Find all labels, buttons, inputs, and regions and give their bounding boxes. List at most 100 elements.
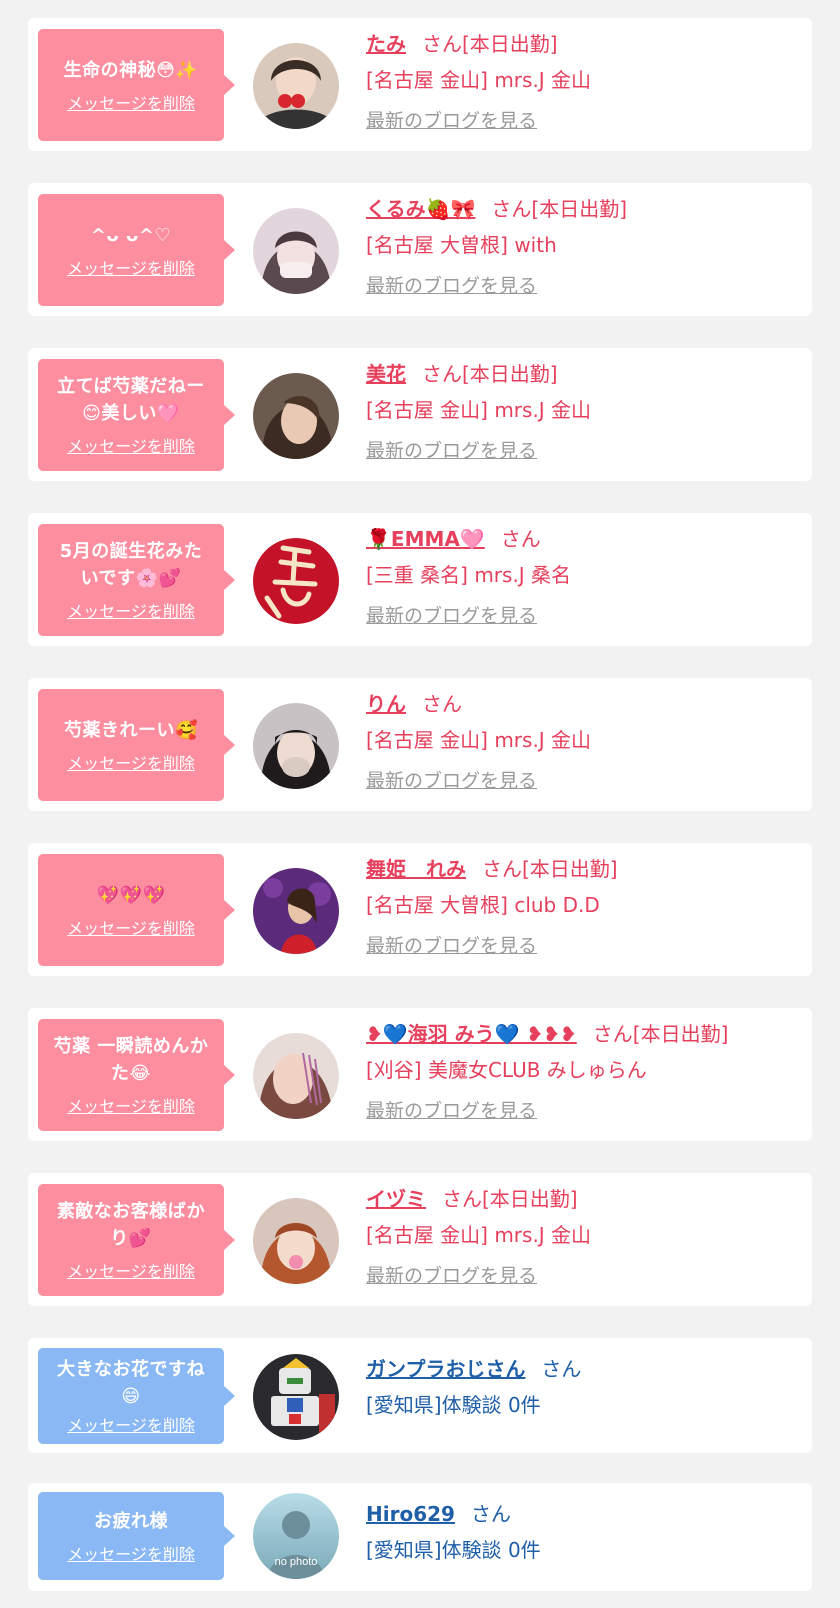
- message-bubble: 💖💖💖 メッセージを削除: [38, 854, 235, 966]
- profile-info: ❥💙海羽 みう💙 ❥❥❥ さん[本日出勤] [刈谷] 美魔女CLUB みしゅらん …: [366, 1021, 804, 1123]
- message-card: 💖💖💖 メッセージを削除 舞姫 れみ さん[本日出勤] [名古屋 大曽根] clu…: [28, 843, 812, 976]
- cast-name-link[interactable]: 美花: [366, 362, 406, 386]
- cast-status: さん: [500, 527, 541, 551]
- message-bubble: ^ᴗ ᴗ^♡ メッセージを削除: [38, 194, 235, 306]
- message-text: お疲れ様: [94, 1510, 168, 1532]
- profile-info: 舞姫 れみ さん[本日出勤] [名古屋 大曽根] club D.D 最新のブログを…: [366, 856, 804, 958]
- cast-name-link[interactable]: くるみ🍓🎀: [366, 197, 475, 221]
- message-bubble: 5月の誕生花みた いです🌸💕 メッセージを削除: [38, 524, 235, 636]
- woman-photo-icon[interactable]: [253, 208, 339, 294]
- woman-photo-icon[interactable]: [253, 1033, 339, 1119]
- profile-info: くるみ🍓🎀 さん[本日出勤] [名古屋 大曽根] with 最新のブログを見る: [366, 196, 804, 298]
- message-text: 大きなお花ですね 😄: [57, 1359, 205, 1407]
- message-card: 立てば芍薬だねー 😊美しい🩷 メッセージを削除 美花 さん[本日出勤] [名古屋 …: [28, 348, 812, 481]
- delete-message-link[interactable]: メッセージを削除: [67, 94, 195, 114]
- cast-status: さん: [422, 692, 462, 716]
- woman-photo-icon[interactable]: [253, 43, 339, 129]
- message-card: お疲れ様 メッセージを削除 no photo Hiro629 さん [愛知県]体…: [28, 1483, 812, 1591]
- profile-info: 美花 さん[本日出勤] [名古屋 金山] mrs.J 金山 最新のブログを見る: [366, 361, 804, 463]
- shop-name: [名古屋 金山] mrs.J 金山: [366, 728, 592, 752]
- message-card: 芍薬 一瞬読めんか た😂 メッセージを削除 ❥💙海羽 みう💙 ❥❥❥ さん[本日出…: [28, 1008, 812, 1141]
- delete-message-link[interactable]: メッセージを削除: [67, 259, 195, 279]
- woman-photo-icon[interactable]: [253, 868, 339, 954]
- cast-name-link[interactable]: たみ: [366, 32, 406, 56]
- message-bubble: 大きなお花ですね 😄 メッセージを削除: [38, 1348, 235, 1444]
- shop-name: [刈谷] 美魔女CLUB みしゅらん: [366, 1058, 647, 1082]
- message-bubble: 芍薬きれーい🥰 メッセージを削除: [38, 689, 235, 801]
- message-bubble: お疲れ様 メッセージを削除: [38, 1492, 235, 1580]
- message-text: 立てば芍薬だねー 😊美しい🩷: [57, 376, 205, 424]
- cast-status: さん[本日出勤]: [592, 1022, 729, 1046]
- red-calligraphy-photo-icon[interactable]: [253, 538, 339, 624]
- message-text: 生命の神秘😳✨: [63, 59, 199, 81]
- profile-info: たみ さん[本日出勤] [名古屋 金山] mrs.J 金山 最新のブログを見る: [366, 31, 804, 133]
- message-card: 生命の神秘😳✨ メッセージを削除 たみ さん[本日出勤] [名古屋 金山] mrs…: [28, 18, 812, 151]
- message-card: 5月の誕生花みた いです🌸💕 メッセージを削除 🌹EMMA🩷 さん [三重 桑名]…: [28, 513, 812, 646]
- delete-message-link[interactable]: メッセージを削除: [67, 754, 195, 774]
- blog-link[interactable]: 最新のブログを見る: [366, 274, 537, 298]
- cast-status: さん[本日出勤]: [491, 197, 628, 221]
- message-card: ^ᴗ ᴗ^♡ メッセージを削除 くるみ🍓🎀 さん[本日出勤] [名古屋 大曽根] …: [28, 183, 812, 316]
- blog-link[interactable]: 最新のブログを見る: [366, 604, 537, 628]
- message-card: 芍薬きれーい🥰 メッセージを削除 りん さん [名古屋 金山] mrs.J 金山 …: [28, 678, 812, 811]
- message-bubble: 芍薬 一瞬読めんか た😂 メッセージを削除: [38, 1019, 235, 1131]
- review-count: [愛知県]体験談 0件: [366, 1538, 541, 1562]
- message-card: 素敵なお客様ばか り💕 メッセージを削除 イヅミ さん[本日出勤] [名古屋 金山…: [28, 1173, 812, 1306]
- woman-photo-icon[interactable]: [253, 1198, 339, 1284]
- cast-name-link[interactable]: イヅミ: [366, 1187, 426, 1211]
- message-text: 💖💖💖: [96, 884, 166, 906]
- cast-status: さん[本日出勤]: [422, 32, 558, 56]
- message-bubble: 生命の神秘😳✨ メッセージを削除: [38, 29, 235, 141]
- cast-status: さん[本日出勤]: [442, 1187, 578, 1211]
- customer-suffix: さん: [541, 1357, 582, 1381]
- cast-name-link[interactable]: ❥💙海羽 みう💙 ❥❥❥: [366, 1022, 577, 1046]
- cast-status: さん[本日出勤]: [422, 362, 558, 386]
- shop-name: [名古屋 大曽根] club D.D: [366, 893, 600, 917]
- delete-message-link[interactable]: メッセージを削除: [67, 1262, 195, 1282]
- customer-name-link[interactable]: Hiro629: [366, 1502, 455, 1526]
- cast-name-link[interactable]: 🌹EMMA🩷: [366, 527, 485, 551]
- no-photo-label: no photo: [275, 1556, 318, 1568]
- message-text: 5月の誕生花みた いです🌸💕: [59, 541, 203, 589]
- delete-message-link[interactable]: メッセージを削除: [67, 602, 195, 622]
- message-text: 素敵なお客様ばか り💕: [56, 1201, 206, 1249]
- blog-link[interactable]: 最新のブログを見る: [366, 109, 537, 133]
- no-photo-silhouette-icon[interactable]: no photo: [253, 1493, 339, 1579]
- delete-message-link[interactable]: メッセージを削除: [67, 1545, 195, 1565]
- review-count: [愛知県]体験談 0件: [366, 1393, 541, 1417]
- blog-link[interactable]: 最新のブログを見る: [366, 769, 537, 793]
- cast-name-link[interactable]: 舞姫 れみ: [366, 857, 466, 881]
- delete-message-link[interactable]: メッセージを削除: [67, 1097, 195, 1117]
- customer-name-link[interactable]: ガンプラおじさん: [366, 1357, 525, 1381]
- shop-name: [名古屋 大曽根] with: [366, 233, 557, 257]
- profile-info: りん さん [名古屋 金山] mrs.J 金山 最新のブログを見る: [366, 691, 804, 793]
- woman-photo-icon[interactable]: [253, 703, 339, 789]
- blog-link[interactable]: 最新のブログを見る: [366, 1264, 537, 1288]
- profile-info: イヅミ さん[本日出勤] [名古屋 金山] mrs.J 金山 最新のブログを見る: [366, 1186, 804, 1288]
- shop-name: [名古屋 金山] mrs.J 金山: [366, 68, 592, 92]
- profile-info: ガンプラおじさん さん [愛知県]体験談 0件: [366, 1356, 804, 1418]
- message-list: 生命の神秘😳✨ メッセージを削除 たみ さん[本日出勤] [名古屋 金山] mrs…: [0, 0, 840, 1608]
- message-card: 大きなお花ですね 😄 メッセージを削除 ガンプラおじさん さん [愛知県]体験談 …: [28, 1338, 812, 1453]
- cast-name-link[interactable]: りん: [366, 692, 406, 716]
- blog-link[interactable]: 最新のブログを見る: [366, 1099, 537, 1123]
- message-text: 芍薬きれーい🥰: [64, 719, 198, 741]
- profile-info: Hiro629 さん [愛知県]体験談 0件: [366, 1501, 804, 1563]
- message-text: ^ᴗ ᴗ^♡: [90, 224, 172, 246]
- shop-name: [名古屋 金山] mrs.J 金山: [366, 1223, 592, 1247]
- customer-suffix: さん: [470, 1502, 511, 1526]
- message-text: 芍薬 一瞬読めんか た😂: [53, 1036, 209, 1084]
- message-bubble: 素敵なお客様ばか り💕 メッセージを削除: [38, 1184, 235, 1296]
- delete-message-link[interactable]: メッセージを削除: [67, 919, 195, 939]
- blog-link[interactable]: 最新のブログを見る: [366, 934, 537, 958]
- cast-status: さん[本日出勤]: [482, 857, 618, 881]
- robot-model-photo-icon[interactable]: [253, 1354, 339, 1440]
- profile-info: 🌹EMMA🩷 さん [三重 桑名] mrs.J 桑名 最新のブログを見る: [366, 526, 804, 628]
- message-bubble: 立てば芍薬だねー 😊美しい🩷 メッセージを削除: [38, 359, 235, 471]
- blog-link[interactable]: 最新のブログを見る: [366, 439, 537, 463]
- delete-message-link[interactable]: メッセージを削除: [67, 1416, 195, 1436]
- shop-name: [名古屋 金山] mrs.J 金山: [366, 398, 592, 422]
- woman-photo-icon[interactable]: [253, 373, 339, 459]
- delete-message-link[interactable]: メッセージを削除: [67, 437, 195, 457]
- shop-name: [三重 桑名] mrs.J 桑名: [366, 563, 572, 587]
